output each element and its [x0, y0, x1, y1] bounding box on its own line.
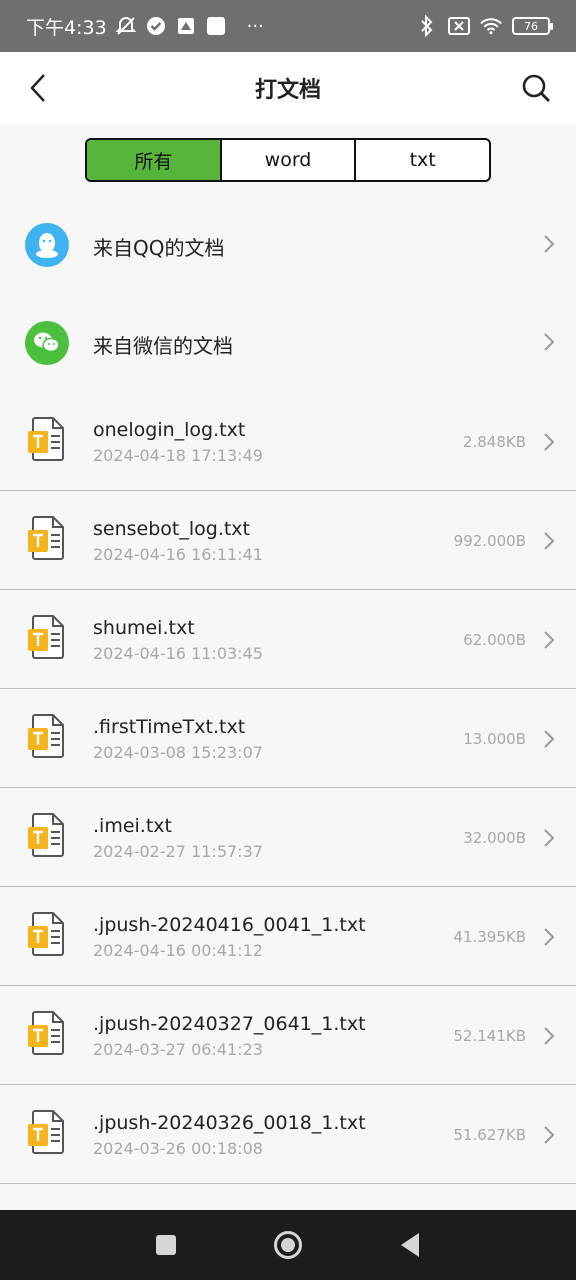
file-name: sensebot_log.txt	[93, 518, 251, 540]
chevron-right-icon	[544, 333, 555, 351]
txt-file-icon	[28, 912, 64, 956]
no-sim-icon	[448, 15, 470, 37]
back-button[interactable]	[20, 70, 56, 106]
file-row[interactable]: .jpush-20240416_0041_1.txt 2024-04-16 00:…	[0, 887, 576, 986]
recents-button[interactable]	[148, 1227, 184, 1263]
wechat-documents-row[interactable]: 来自微信的文档	[0, 294, 576, 392]
tab-txt[interactable]: txt	[354, 140, 489, 180]
qq-icon	[25, 223, 69, 267]
file-size: 13.000B	[463, 730, 526, 748]
txt-file-icon	[28, 714, 64, 758]
file-date: 2024-04-16 16:11:41	[93, 545, 263, 564]
alarm-off-icon	[115, 15, 137, 37]
chevron-right-icon	[544, 235, 555, 253]
file-row[interactable]: .jpush-20240326_0018_1.txt 2024-03-26 00:…	[0, 1085, 576, 1184]
tab-word[interactable]: word	[219, 140, 355, 180]
file-date: 2024-04-16 00:41:12	[93, 941, 263, 960]
chevron-right-icon	[544, 928, 555, 946]
chevron-left-icon	[30, 74, 45, 102]
file-row[interactable]: shumei.txt 2024-04-16 11:03:45 62.000B	[0, 590, 576, 689]
app-notification-icon	[175, 15, 197, 37]
chevron-right-icon	[544, 829, 555, 847]
tab-all[interactable]: 所有	[87, 140, 220, 180]
chevron-right-icon	[544, 1126, 555, 1144]
file-name: .jpush-20240326_0018_1.txt	[93, 1112, 366, 1134]
file-name: .jpush-20240416_0041_1.txt	[93, 914, 366, 936]
file-name: onelogin_log.txt	[93, 419, 246, 441]
page-title: 打文档	[254, 78, 321, 103]
txt-file-icon	[28, 417, 64, 461]
file-row[interactable]: sensebot_log.txt 2024-04-16 16:11:41 992.0…	[0, 491, 576, 590]
file-row[interactable]: .firstTimeTxt.txt 2024-03-08 15:23:07 13.0…	[0, 689, 576, 788]
chevron-right-icon	[544, 532, 555, 550]
chevron-right-icon	[544, 433, 555, 451]
file-size: 52.141KB	[453, 1027, 526, 1045]
source-label-wechat: 来自微信的文档	[93, 334, 233, 358]
system-nav-bar	[0, 1210, 576, 1280]
txt-file-icon	[28, 813, 64, 857]
search-button[interactable]	[518, 70, 554, 106]
file-date: 2024-02-27 11:57:37	[93, 842, 263, 861]
chevron-right-icon	[544, 1027, 555, 1045]
filter-tabs: 所有 word txt	[85, 138, 491, 182]
file-date: 2024-03-26 00:18:08	[93, 1139, 263, 1158]
square-icon	[156, 1235, 176, 1255]
txt-file-icon	[28, 1011, 64, 1055]
qq-documents-row[interactable]: 来自QQ的文档	[0, 196, 576, 294]
file-size: 32.000B	[463, 829, 526, 847]
status-bar: 下午4:33 ··· 76	[0, 0, 576, 52]
file-size: 51.627KB	[453, 1126, 526, 1144]
txt-file-icon	[28, 516, 64, 560]
file-row[interactable]: .imei.txt 2024-02-27 11:57:37 32.000B	[0, 788, 576, 887]
app-header: 打文档	[0, 52, 576, 124]
check-circle-icon	[145, 15, 167, 37]
bluetooth-icon	[416, 15, 438, 37]
file-date: 2024-04-16 11:03:45	[93, 644, 263, 663]
chevron-right-icon	[544, 730, 555, 748]
file-size: 2.848KB	[462, 433, 526, 451]
triangle-back-icon	[401, 1233, 419, 1257]
file-row[interactable]: onelogin_log.txt 2024-04-18 17:13:49 2.848…	[0, 392, 576, 491]
file-name: shumei.txt	[93, 617, 195, 639]
wechat-icon	[25, 321, 69, 365]
source-label-qq: 来自QQ的文档	[93, 236, 225, 260]
chevron-right-icon	[544, 631, 555, 649]
file-date: 2024-03-08 15:23:07	[93, 743, 263, 762]
txt-file-icon	[28, 615, 64, 659]
more-notifications: ···	[246, 15, 264, 37]
document-list: 来自QQ的文档 来自微信的文档 onelogin_log.txt 2024-04-…	[0, 196, 576, 1184]
file-name: .imei.txt	[93, 815, 172, 837]
file-size: 992.000B	[453, 532, 526, 550]
home-circle-icon	[274, 1231, 302, 1259]
file-name: .jpush-20240327_0641_1.txt	[93, 1013, 366, 1035]
search-icon	[522, 74, 550, 102]
home-button[interactable]	[270, 1227, 306, 1263]
status-time: 下午4:33	[26, 16, 107, 39]
txt-file-icon	[28, 1110, 64, 1154]
battery-indicator: 76	[512, 17, 553, 35]
file-size: 41.395KB	[453, 928, 526, 946]
file-name: .firstTimeTxt.txt	[93, 716, 246, 738]
square-notification-icon	[205, 15, 227, 37]
file-date: 2024-04-18 17:13:49	[93, 446, 263, 465]
file-size: 62.000B	[463, 631, 526, 649]
file-date: 2024-03-27 06:41:23	[93, 1040, 263, 1059]
file-row[interactable]: .jpush-20240327_0641_1.txt 2024-03-27 06:…	[0, 986, 576, 1085]
back-nav-button[interactable]	[392, 1227, 428, 1263]
wifi-icon	[480, 15, 502, 37]
